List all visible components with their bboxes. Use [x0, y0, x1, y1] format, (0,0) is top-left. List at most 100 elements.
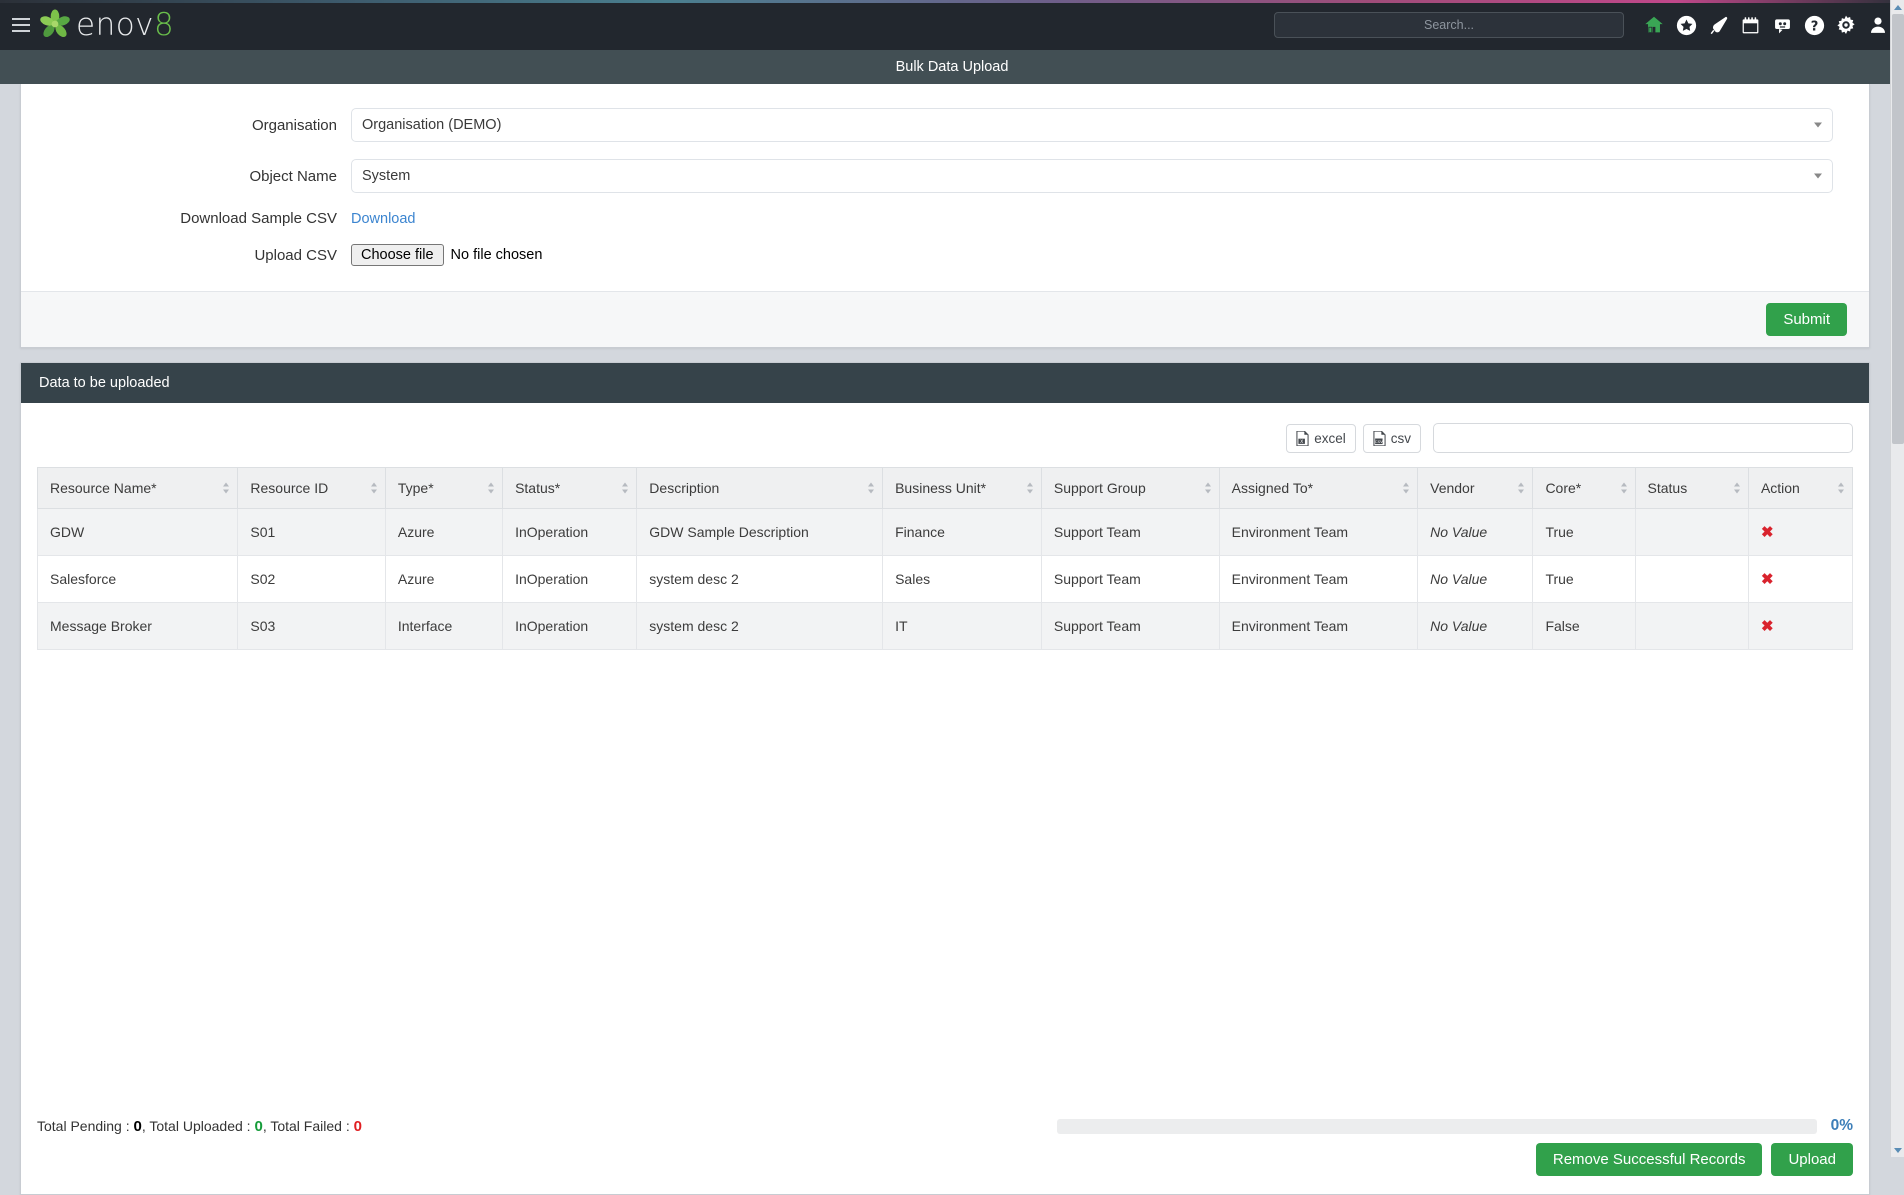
help-question-icon[interactable]: ? — [1798, 9, 1830, 41]
notification-bell-icon[interactable] — [1702, 9, 1734, 41]
cell-description: system desc 2 — [637, 556, 883, 603]
hamburger-line — [12, 30, 30, 32]
sort-arrows-icon — [1838, 483, 1844, 494]
cell-action: ✖ — [1748, 556, 1852, 603]
table-toolbar: X excel CSV csv — [37, 417, 1853, 467]
column-header-resource-id[interactable]: Resource ID — [238, 468, 385, 509]
sort-arrows-icon — [1403, 483, 1409, 494]
enov8-flower-logo-icon — [38, 8, 72, 42]
bot-assistant-icon[interactable] — [1766, 9, 1798, 41]
delete-row-icon[interactable]: ✖ — [1761, 571, 1774, 588]
upload-button[interactable]: Upload — [1771, 1143, 1853, 1176]
submit-button[interactable]: Submit — [1766, 303, 1847, 336]
data-to-upload-panel: Data to be uploaded X excel — [20, 362, 1870, 1195]
organisation-field: Organisation (DEMO) — [351, 108, 1869, 142]
upload-progress-bar — [1057, 1119, 1817, 1134]
column-header-support-group[interactable]: Support Group — [1041, 468, 1219, 509]
bulk-upload-form-panel: Organisation Organisation (DEMO) Object … — [20, 84, 1870, 348]
app-logo[interactable]: enov8 — [38, 8, 174, 42]
page-title-bar: Bulk Data Upload — [0, 50, 1904, 84]
delete-row-icon[interactable]: ✖ — [1761, 524, 1774, 541]
sort-arrows-icon — [371, 483, 377, 494]
cell-description: GDW Sample Description — [637, 509, 883, 556]
cell-support-group: Support Team — [1041, 603, 1219, 650]
cell-core: False — [1533, 603, 1635, 650]
column-header-status[interactable]: Status — [1635, 468, 1748, 509]
file-input-group: Choose file No file chosen — [351, 244, 1833, 266]
upload-data-table: Resource Name* Resource ID Type* Status*… — [37, 467, 1853, 650]
cell-status — [1635, 509, 1748, 556]
download-sample-label: Download Sample CSV — [21, 210, 351, 227]
hamburger-line — [12, 18, 30, 20]
data-panel-header: Data to be uploaded — [21, 363, 1869, 403]
cell-resource-id: S03 — [238, 603, 385, 650]
export-csv-button[interactable]: CSV csv — [1363, 424, 1421, 453]
cell-resource-name: GDW — [38, 509, 238, 556]
favorites-star-icon[interactable] — [1670, 9, 1702, 41]
column-header-vendor[interactable]: Vendor — [1418, 468, 1533, 509]
cell-core: True — [1533, 556, 1635, 603]
scroll-down-arrow-icon[interactable] — [1891, 1143, 1904, 1157]
upload-csv-row: Upload CSV Choose file No file chosen — [21, 244, 1869, 266]
header-label: Business Unit* — [895, 480, 986, 496]
column-header-core[interactable]: Core* — [1533, 468, 1635, 509]
scrollbar-thumb[interactable] — [1892, 14, 1904, 444]
organisation-row: Organisation Organisation (DEMO) — [21, 108, 1869, 142]
download-sample-link[interactable]: Download — [351, 211, 416, 227]
cell-vendor: No Value — [1418, 509, 1533, 556]
header-label: Action — [1761, 480, 1800, 496]
sort-arrows-icon — [1205, 483, 1211, 494]
page-vertical-scrollbar[interactable] — [1890, 0, 1904, 1157]
total-uploaded-label: , Total Uploaded : — [142, 1118, 255, 1134]
column-header-business-unit[interactable]: Business Unit* — [883, 468, 1042, 509]
upload-csv-field: Choose file No file chosen — [351, 244, 1869, 266]
header-label: Resource Name* — [50, 480, 157, 496]
settings-gear-icon[interactable] — [1830, 9, 1862, 41]
table-row: Salesforce S02 Azure InOperation system … — [38, 556, 1853, 603]
cell-status — [1635, 603, 1748, 650]
nav-actions: ? — [1274, 9, 1904, 41]
object-name-row: Object Name System — [21, 159, 1869, 193]
cell-action: ✖ — [1748, 603, 1852, 650]
organisation-select[interactable]: Organisation (DEMO) — [351, 108, 1833, 142]
cell-resource-name: Salesforce — [38, 556, 238, 603]
column-header-description[interactable]: Description — [637, 468, 883, 509]
cell-vendor: No Value — [1418, 603, 1533, 650]
object-name-select[interactable]: System — [351, 159, 1833, 193]
total-pending-label: Total Pending : — [37, 1118, 134, 1134]
column-header-resource-name[interactable]: Resource Name* — [38, 468, 238, 509]
sort-arrows-icon — [1027, 483, 1033, 494]
global-search-input[interactable] — [1274, 12, 1624, 38]
scroll-up-arrow-icon[interactable] — [1891, 0, 1904, 14]
cell-business-unit: IT — [883, 603, 1042, 650]
cell-assigned-to: Environment Team — [1219, 603, 1418, 650]
top-navigation-bar: enov8 — [0, 0, 1904, 50]
upload-progress-group: 0% — [374, 1117, 1853, 1135]
header-label: Vendor — [1430, 480, 1474, 496]
download-sample-row: Download Sample CSV Download — [21, 210, 1869, 227]
delete-row-icon[interactable]: ✖ — [1761, 618, 1774, 635]
export-excel-label: excel — [1314, 431, 1346, 446]
table-search-input[interactable] — [1433, 423, 1853, 453]
hamburger-line — [12, 24, 30, 26]
column-header-action[interactable]: Action — [1748, 468, 1852, 509]
sort-arrows-icon — [1621, 483, 1627, 494]
home-icon[interactable] — [1638, 9, 1670, 41]
calendar-icon[interactable] — [1734, 9, 1766, 41]
column-header-type[interactable]: Type* — [385, 468, 502, 509]
data-panel-body: X excel CSV csv — [21, 403, 1869, 1103]
header-label: Status — [1648, 480, 1688, 496]
cell-type: Interface — [385, 603, 502, 650]
cell-type: Azure — [385, 509, 502, 556]
hamburger-menu-icon[interactable] — [8, 18, 34, 32]
column-header-assigned-to[interactable]: Assigned To* — [1219, 468, 1418, 509]
column-header-status-required[interactable]: Status* — [503, 468, 637, 509]
remove-successful-records-button[interactable]: Remove Successful Records — [1536, 1143, 1763, 1176]
header-label: Description — [649, 480, 719, 496]
choose-file-button[interactable]: Choose file — [351, 244, 444, 266]
cell-vendor: No Value — [1418, 556, 1533, 603]
header-label: Core* — [1545, 480, 1581, 496]
export-excel-button[interactable]: X excel — [1286, 424, 1356, 453]
object-name-selected-value: System — [362, 168, 410, 184]
svg-text:CSV: CSV — [1375, 438, 1383, 443]
